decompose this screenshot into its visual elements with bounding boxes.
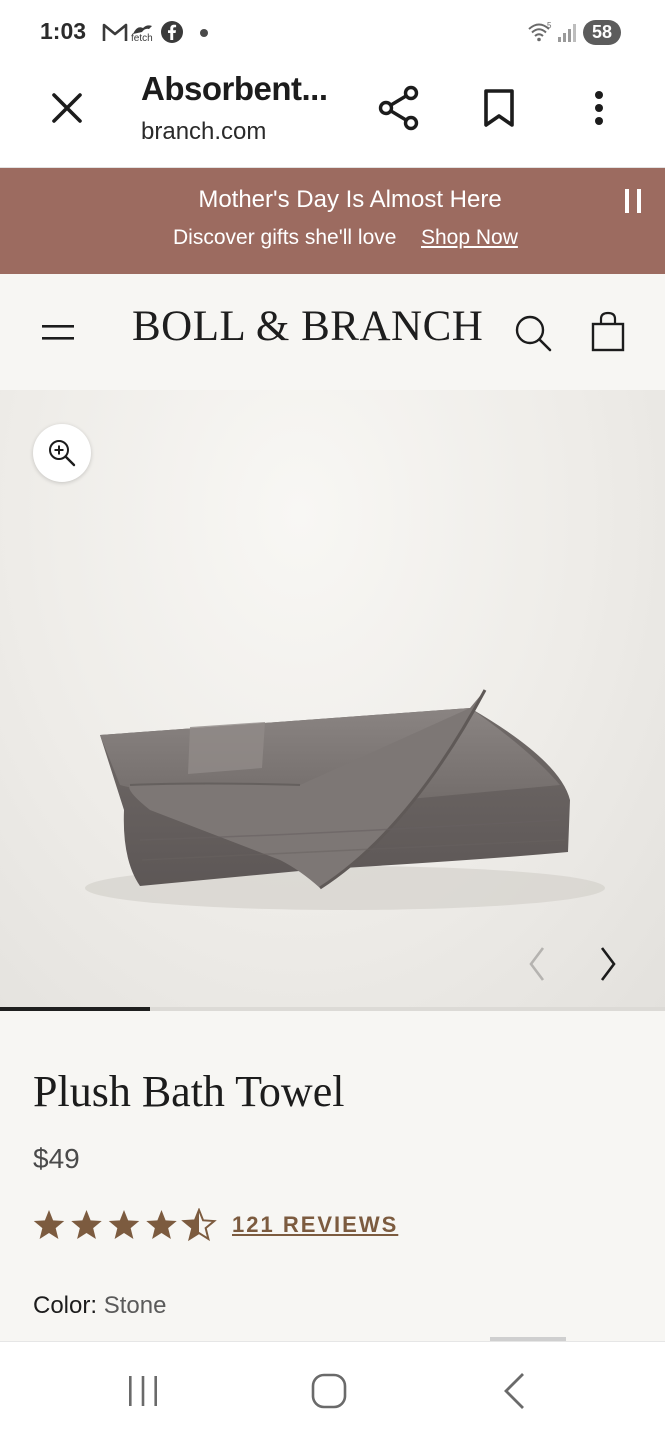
zoom-in-icon (49, 440, 76, 467)
site-search-button[interactable] (510, 310, 556, 356)
recent-apps-button[interactable] (118, 1366, 168, 1416)
bookmark-button[interactable] (469, 78, 529, 138)
promo-banner (0, 168, 665, 274)
color-value: Stone (103, 1292, 167, 1319)
gallery-prev-button[interactable] (522, 944, 552, 984)
bookmark-icon (484, 89, 514, 127)
browser-toolbar (0, 64, 665, 169)
home-button[interactable] (304, 1366, 354, 1416)
star-full-icon (71, 1210, 102, 1239)
back-button[interactable] (490, 1366, 540, 1416)
product-image[interactable] (0, 390, 665, 1008)
page-title: Absorbent... (141, 70, 328, 107)
notification-dot-icon (200, 29, 208, 37)
close-icon (52, 93, 82, 123)
wifi-icon: 5 (528, 21, 552, 42)
share-icon (378, 85, 419, 131)
product-price: $49 (33, 1143, 80, 1174)
share-button[interactable] (369, 78, 429, 138)
search-icon (515, 315, 552, 352)
gallery-next-button[interactable] (593, 944, 623, 984)
zoom-button[interactable] (33, 424, 91, 482)
promo-title: Mother's Day Is Almost Here (198, 186, 502, 213)
towel-photo (85, 689, 605, 910)
pause-icon (625, 189, 641, 213)
color-label: Color: (33, 1292, 98, 1319)
hamburger-icon (42, 325, 74, 340)
star-full-icon (146, 1210, 177, 1239)
site-menu-button[interactable] (36, 312, 80, 352)
shopping-bag-icon (591, 311, 625, 352)
star-full-icon (33, 1210, 65, 1239)
star-full-icon (108, 1210, 140, 1239)
svg-text:5: 5 (547, 21, 552, 30)
shop-now-link[interactable]: Shop Now (421, 226, 518, 250)
home-icon (311, 1373, 347, 1409)
fetch-label: fetch (131, 33, 153, 44)
more-vert-icon (595, 91, 603, 125)
status-time: 1:03 (40, 18, 87, 44)
browser-menu-button[interactable] (569, 78, 629, 138)
reviews-link[interactable]: 121 REVIEWS (232, 1212, 398, 1238)
rating-stars (33, 1208, 217, 1242)
battery-icon: 58 (583, 20, 621, 45)
chevron-right-icon (600, 947, 616, 981)
back-icon (504, 1373, 524, 1409)
page-url[interactable]: branch.com (141, 118, 266, 146)
chevron-left-icon (529, 947, 545, 981)
facebook-icon (161, 21, 183, 43)
pause-banner-button[interactable] (616, 184, 650, 218)
brand-logo[interactable]: BOLL & BRANCH (132, 302, 483, 351)
color-row: Color: Stone (33, 1292, 166, 1320)
promo-subtitle: Discover gifts she'll love (173, 226, 397, 249)
gmail-icon (102, 23, 128, 41)
cart-button[interactable] (588, 310, 628, 354)
signal-icon (558, 24, 576, 42)
recent-apps-icon (129, 1376, 157, 1406)
close-tab-button[interactable] (37, 78, 97, 138)
product-name: Plush Bath Towel (33, 1067, 345, 1116)
